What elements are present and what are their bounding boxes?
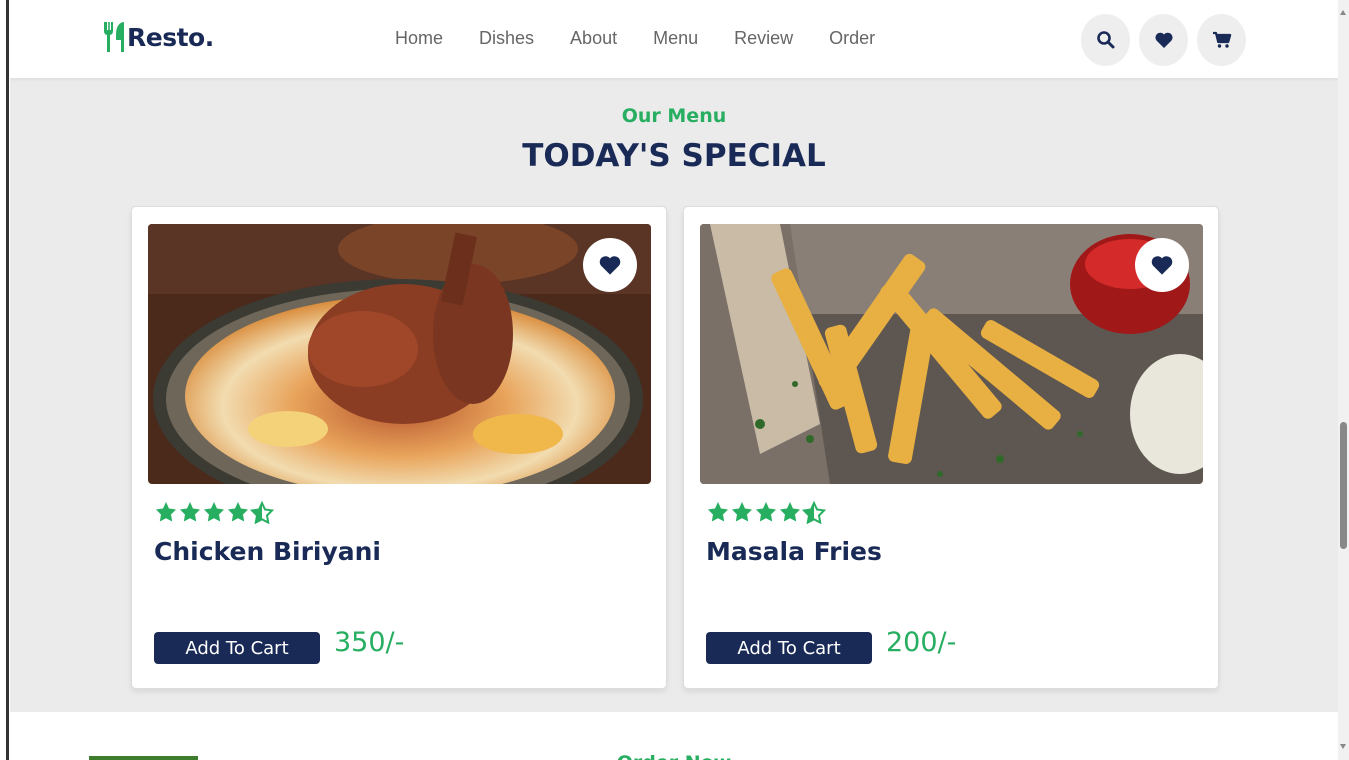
section-subtitle: Our Menu [621,105,727,127]
dish-price: 350/- [334,627,405,658]
main-nav: Home Dishes About Menu Review Order [395,28,911,49]
nav-review[interactable]: Review [734,28,793,49]
cart-button[interactable] [1197,14,1246,66]
dish-image-biriyani [148,224,651,484]
star-icon [708,502,728,522]
header: Resto. Home Dishes About Menu Review Ord… [10,0,1338,78]
dish-name: Masala Fries [706,537,882,566]
header-icons [1081,14,1255,66]
dish-image-fries [700,224,1203,484]
heart-icon [1154,32,1173,48]
dish-card: Masala Fries Add To Cart 200/- [683,206,1219,689]
scroll-up-arrow-icon[interactable] [1340,10,1346,15]
order-section-title: Order Now [10,752,1338,760]
favorite-button[interactable] [1135,238,1189,292]
star-icon [756,502,776,522]
nav-order[interactable]: Order [829,28,875,49]
star-icon [732,502,752,522]
star-rating [154,500,274,524]
favorite-button[interactable] [583,238,637,292]
logo[interactable]: Resto. [102,20,214,54]
window-border [0,0,10,760]
dish-card: Chicken Biriyani Add To Cart 350/- [131,206,667,689]
scroll-down-arrow-icon[interactable] [1340,744,1346,749]
cart-icon [1212,31,1231,48]
star-icon [156,502,176,522]
nav-dishes[interactable]: Dishes [479,28,534,49]
heart-icon [599,256,621,275]
nav-about[interactable]: About [570,28,617,49]
add-to-cart-button[interactable]: Add To Cart [154,632,320,664]
dish-name: Chicken Biriyani [154,537,382,566]
heart-icon [1151,256,1173,275]
wishlist-button[interactable] [1139,14,1188,66]
page: Resto. Home Dishes About Menu Review Ord… [10,0,1338,760]
order-section: Order Now [10,712,1338,760]
logo-text: Resto. [127,22,214,52]
star-icon [780,502,800,522]
search-icon [1096,31,1114,49]
add-to-cart-button[interactable]: Add To Cart [706,632,872,664]
nav-home[interactable]: Home [395,28,443,49]
scrollbar[interactable] [1338,0,1349,760]
search-button[interactable] [1081,14,1130,66]
utensils-icon [103,22,124,52]
star-icon [180,502,200,522]
star-half-icon [802,500,826,524]
star-half-icon [250,500,274,524]
scrollbar-thumb[interactable] [1340,422,1347,549]
star-icon [204,502,224,522]
section-title: TODAY'S SPECIAL [522,138,826,174]
star-icon [228,502,248,522]
star-rating [706,500,826,524]
dish-price: 200/- [886,627,957,658]
nav-menu[interactable]: Menu [653,28,698,49]
